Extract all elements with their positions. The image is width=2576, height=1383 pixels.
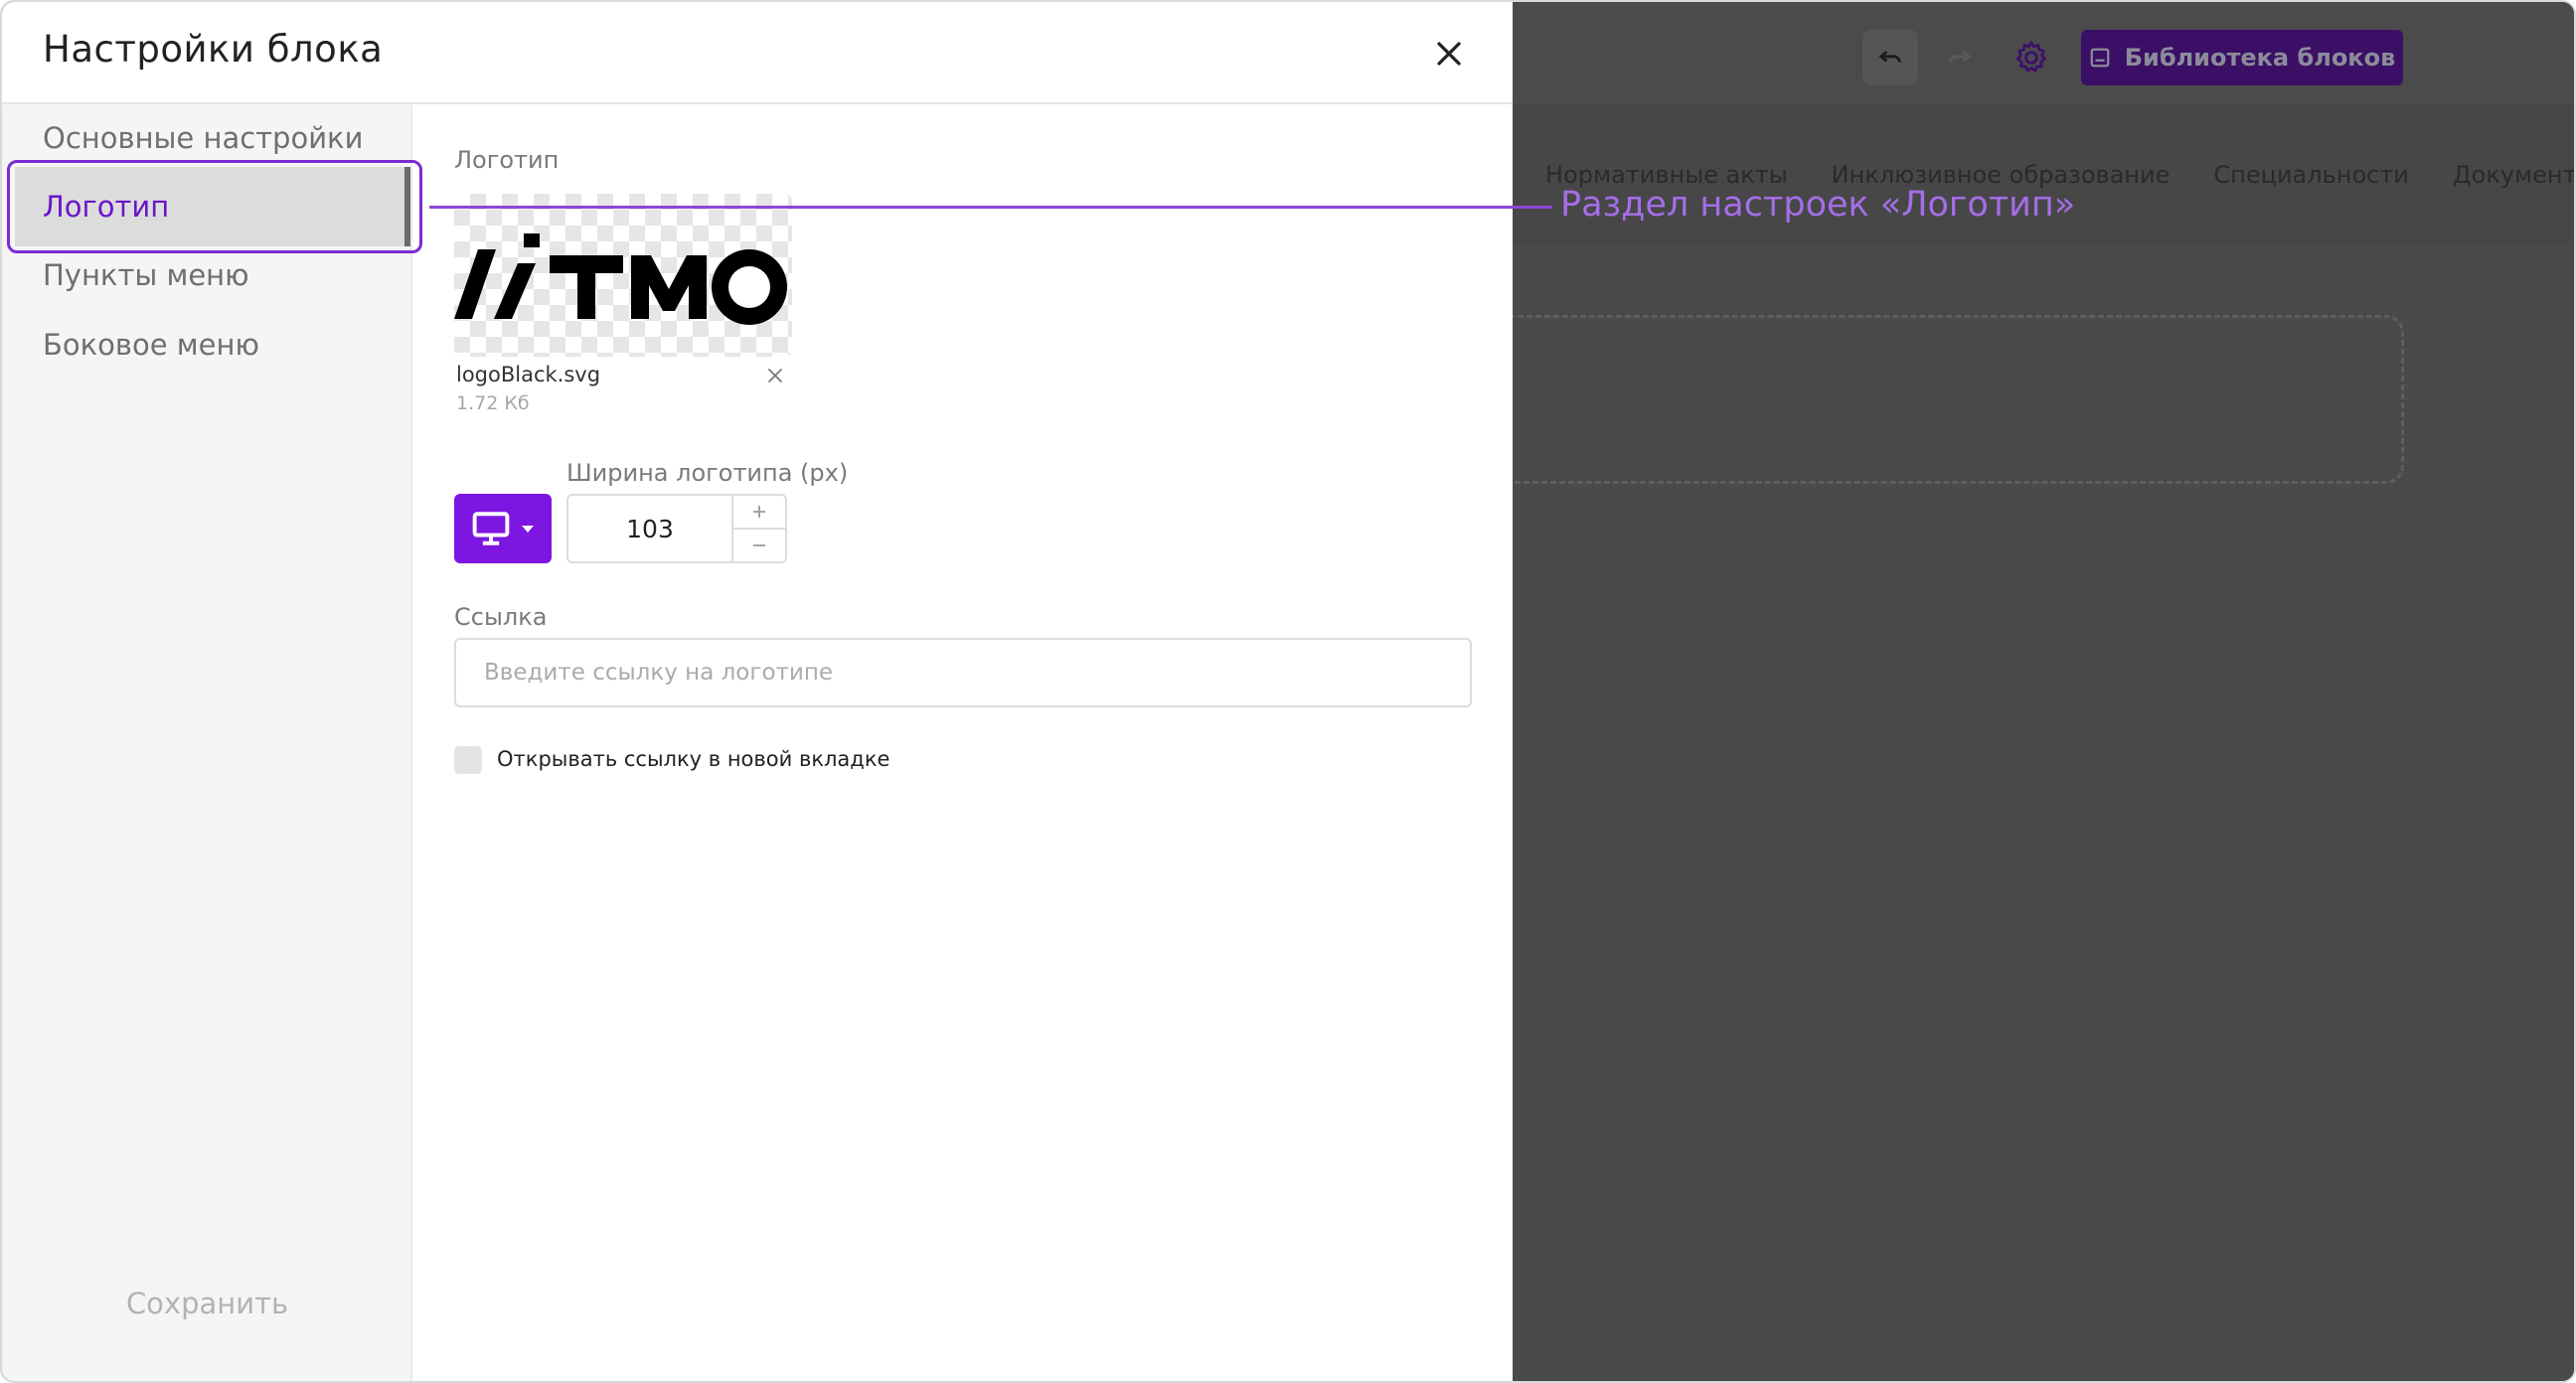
desktop-icon [472, 512, 510, 545]
chevron-down-icon [522, 526, 534, 533]
redo-icon [1949, 51, 1972, 63]
undo-icon [1878, 51, 1901, 63]
redo-button[interactable] [1932, 30, 1988, 85]
logo-file-size: 1.72 Кб [456, 392, 530, 414]
block-library-button[interactable]: Библиотека блоков [2081, 30, 2403, 85]
empty-block-placeholder [1473, 315, 2404, 484]
nav-item: Специальности [2213, 161, 2409, 189]
modal-header: Настройки блока [2, 2, 1513, 104]
settings-sidebar: Основные настройки Логотип Пункты меню Б… [2, 104, 422, 1381]
settings-button[interactable] [2004, 30, 2059, 85]
close-icon [1437, 42, 1461, 66]
decrement-button[interactable] [733, 528, 785, 561]
sidebar-item-menu-items[interactable]: Пункты меню [43, 258, 249, 292]
remove-logo-button[interactable] [762, 363, 788, 388]
block-settings-modal: Настройки блока Основные настройки Логот… [2, 2, 1513, 1381]
increment-button[interactable] [733, 496, 785, 528]
logo-link-input[interactable] [454, 638, 1472, 707]
plus-icon [753, 506, 765, 518]
app-frame: Библиотека блоков Нормативные акты Инклю… [0, 0, 2576, 1383]
save-button[interactable]: Сохранить [2, 1287, 412, 1320]
annotation-line [429, 206, 1552, 209]
logo-width-label: Ширина логотипа (px) [566, 459, 849, 487]
logo-section-label: Логотип [454, 146, 560, 174]
link-label: Ссылка [454, 603, 548, 631]
logo-file-name: logoBlack.svg [456, 363, 601, 386]
modal-title: Настройки блока [43, 28, 384, 71]
block-library-label: Библиотека блоков [2124, 44, 2396, 72]
logo-width-stepper[interactable]: 103 [566, 494, 787, 563]
library-icon [2090, 48, 2110, 68]
nav-item: Документы [2452, 161, 2576, 189]
undo-button[interactable] [1862, 30, 1918, 85]
close-button[interactable] [1425, 30, 1473, 77]
new-tab-checkbox[interactable] [454, 746, 482, 774]
logo-preview[interactable] [454, 194, 792, 357]
close-icon [768, 369, 782, 383]
sidebar-item-basic-settings[interactable]: Основные настройки [43, 121, 363, 155]
minus-icon [753, 544, 765, 546]
new-tab-checkbox-label[interactable]: Открывать ссылку в новой вкладке [497, 747, 889, 771]
gear-icon [2015, 41, 2047, 73]
device-select-button[interactable] [454, 494, 552, 563]
annotation-highlight-box [7, 160, 422, 253]
annotation-label: Раздел настроек «Логотип» [1560, 185, 2076, 225]
sidebar-item-side-menu[interactable]: Боковое меню [43, 328, 259, 362]
itmo-logo [454, 233, 787, 325]
stepper-controls [733, 496, 785, 561]
logo-settings-panel: Логотип logoBlack.svg 1.72 Кб Ширина лог… [412, 104, 1513, 1381]
logo-width-value[interactable]: 103 [568, 496, 733, 561]
